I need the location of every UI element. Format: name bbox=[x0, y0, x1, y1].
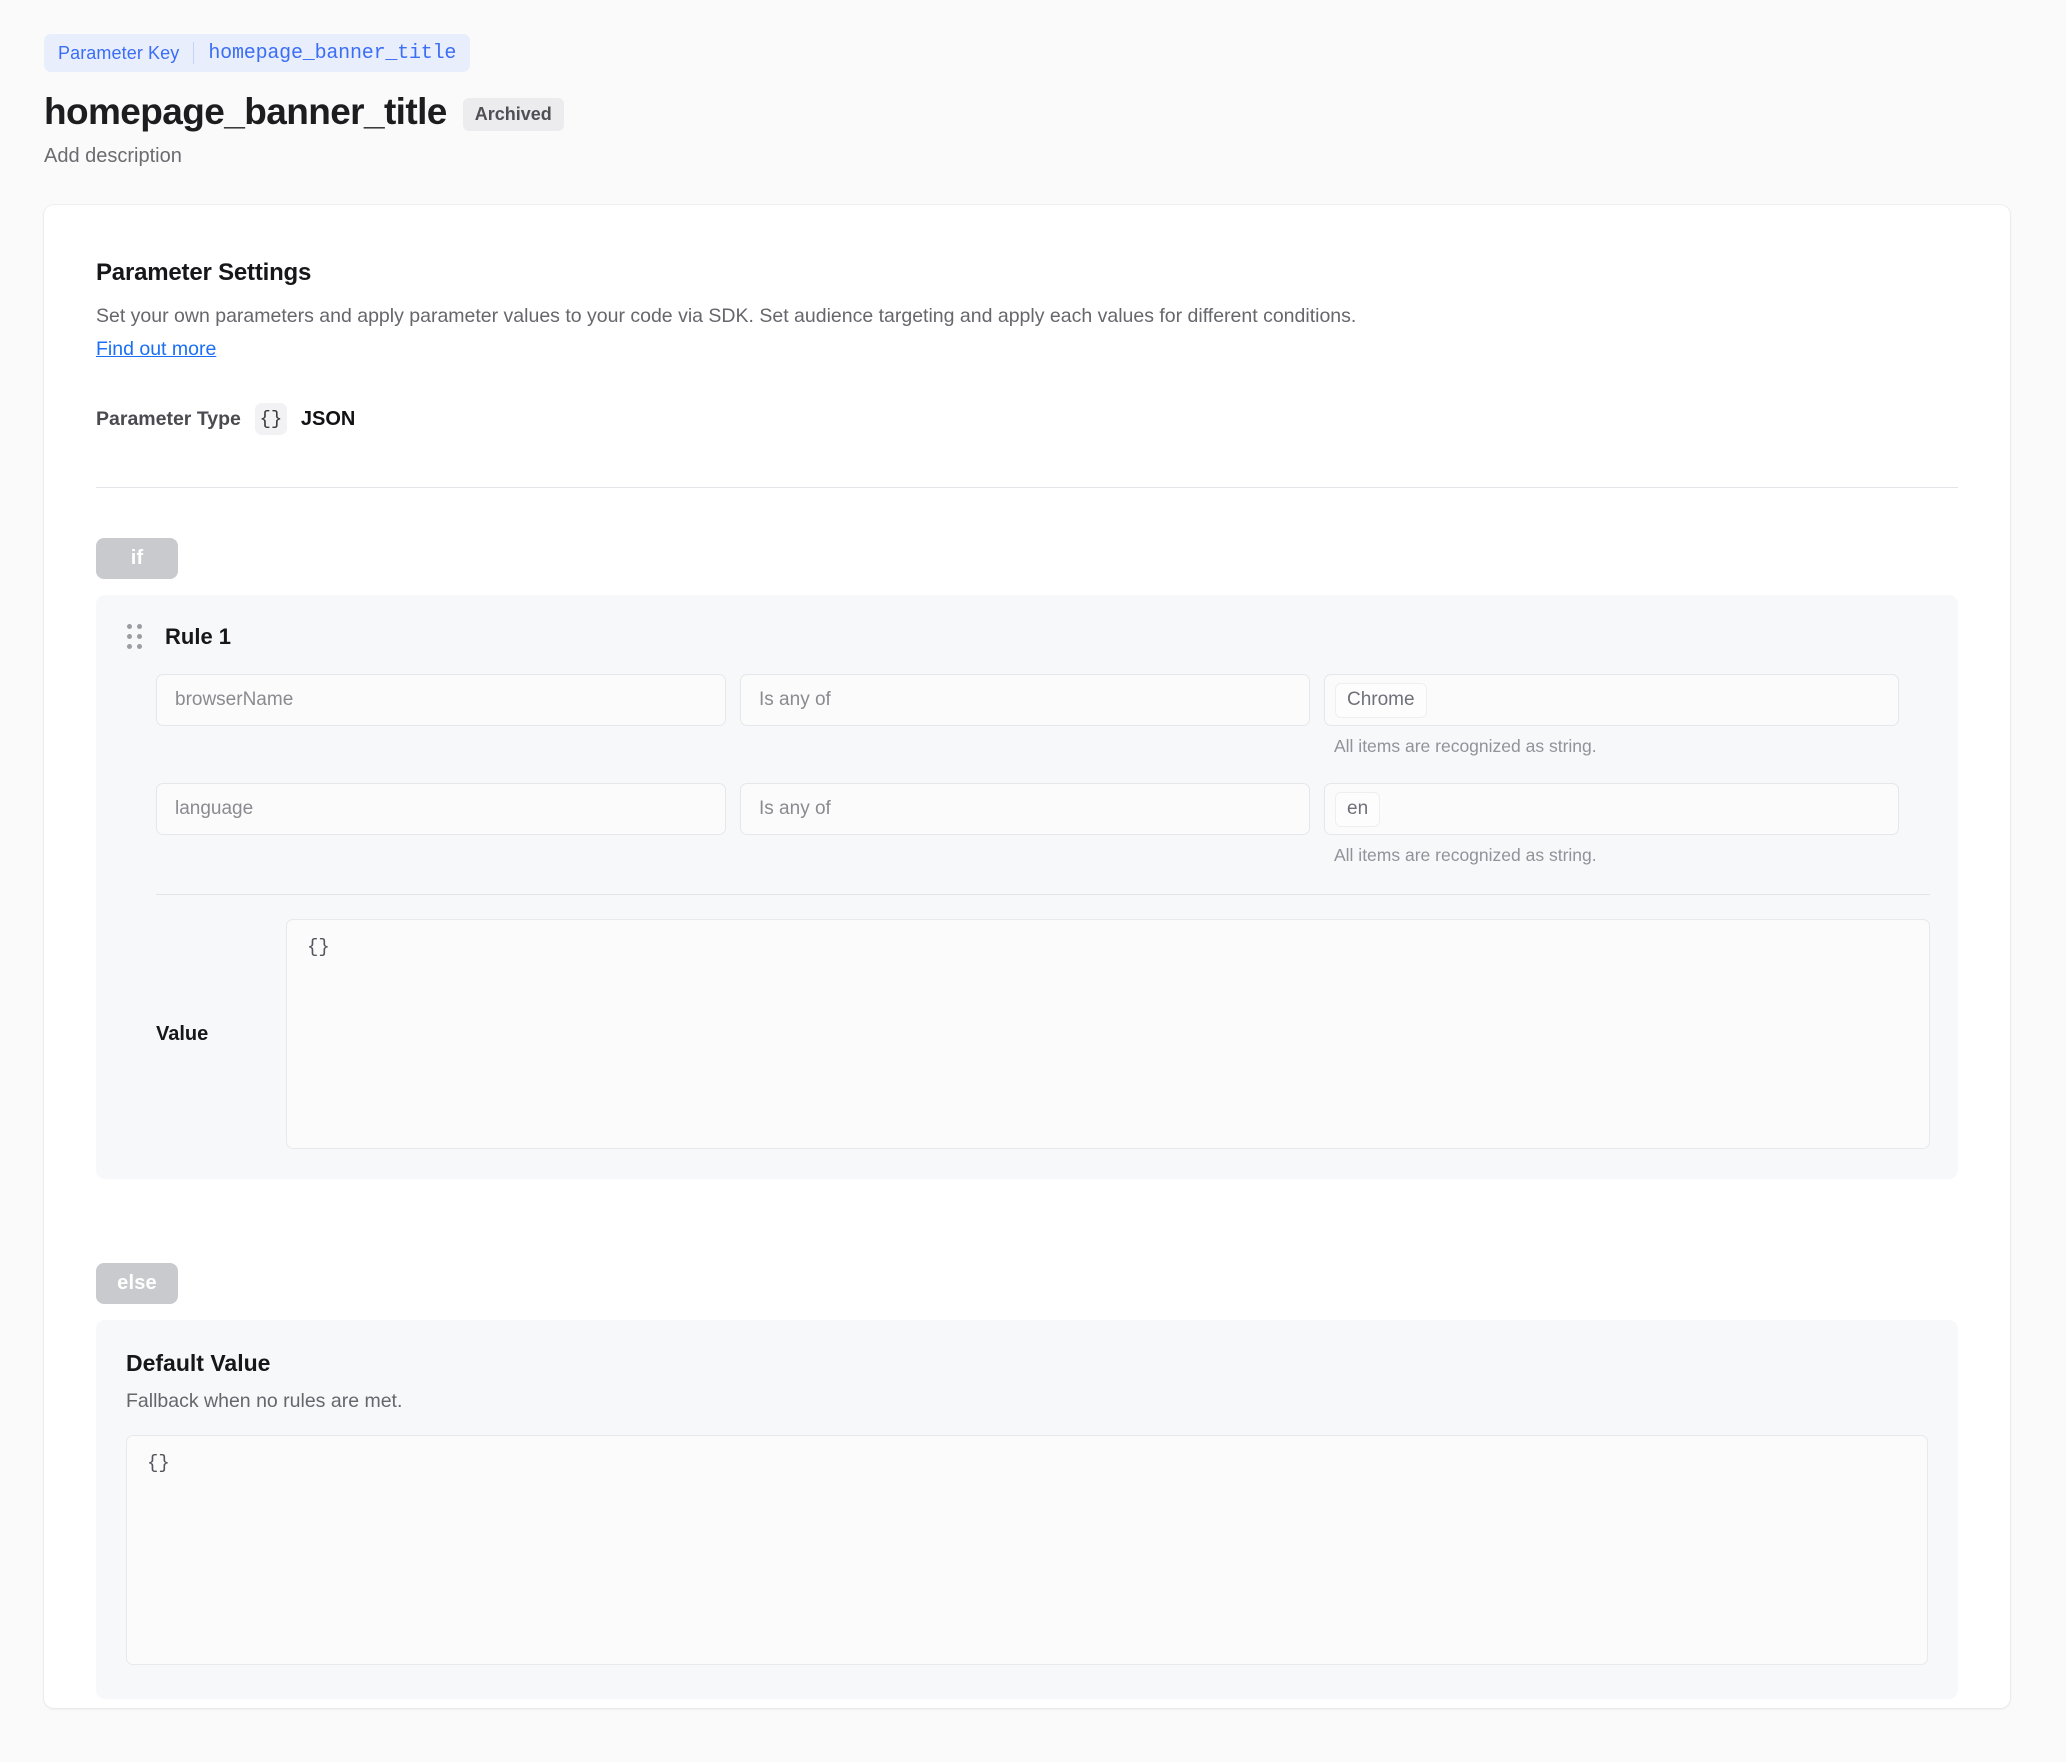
find-out-more-link[interactable]: Find out more bbox=[96, 338, 216, 361]
else-badge-wrap: else bbox=[96, 1263, 1958, 1305]
rule-card: Rule 1 browserName Is any of Chrome All … bbox=[96, 595, 1958, 1180]
if-badge: if bbox=[96, 538, 178, 580]
page-header: Parameter Key homepage_banner_title home… bbox=[0, 0, 2066, 168]
default-value-title: Default Value bbox=[126, 1350, 271, 1377]
section-divider bbox=[96, 487, 1958, 489]
condition-rows: browserName Is any of Chrome All items a… bbox=[124, 674, 1930, 866]
default-value-subtitle: Fallback when no rules are met. bbox=[126, 1390, 403, 1413]
rule-divider bbox=[156, 894, 1930, 896]
condition-row: language Is any of en bbox=[156, 783, 1930, 836]
title-row: homepage_banner_title Archived bbox=[44, 91, 2066, 133]
operator-select-2[interactable]: Is any of bbox=[740, 783, 1310, 836]
value-input-1[interactable]: Chrome bbox=[1324, 674, 1899, 727]
condition-row: browserName Is any of Chrome bbox=[156, 674, 1930, 727]
value-chip[interactable]: Chrome bbox=[1335, 682, 1427, 718]
parameter-key-value: homepage_banner_title bbox=[208, 41, 457, 65]
hint-row-1: All items are recognized as string. bbox=[156, 736, 1930, 757]
operator-select-1[interactable]: Is any of bbox=[740, 674, 1310, 727]
hint-row-2: All items are recognized as string. bbox=[156, 845, 1930, 866]
rule-header: Rule 1 bbox=[124, 621, 1930, 652]
add-description-button[interactable]: Add description bbox=[44, 145, 2066, 168]
rule-value-block: Value {} bbox=[124, 919, 1930, 1150]
default-value-editor[interactable]: {} bbox=[126, 1435, 1928, 1666]
else-badge: else bbox=[96, 1263, 178, 1305]
attribute-select-1[interactable]: browserName bbox=[156, 674, 726, 727]
json-braces-icon: {} bbox=[254, 403, 287, 436]
rule-title: Rule 1 bbox=[165, 623, 232, 649]
parameter-key-pill: Parameter Key homepage_banner_title bbox=[44, 34, 471, 72]
drag-handle-icon[interactable] bbox=[124, 621, 145, 652]
rule-value-editor[interactable]: {} bbox=[286, 919, 1930, 1150]
parameter-type-label: Parameter Type bbox=[96, 407, 241, 430]
parameter-key-label: Parameter Key bbox=[58, 42, 180, 63]
parameter-settings-card: Parameter Settings Set your own paramete… bbox=[44, 205, 2010, 1708]
value-input-2[interactable]: en bbox=[1324, 783, 1899, 836]
value-chip[interactable]: en bbox=[1335, 791, 1381, 827]
default-value-card: Default Value Fallback when no rules are… bbox=[96, 1320, 1958, 1700]
parameter-type-value: JSON bbox=[300, 407, 356, 430]
if-badge-wrap: if bbox=[96, 538, 1958, 580]
parameter-type-row: Parameter Type {} JSON bbox=[96, 403, 1958, 436]
attribute-select-2[interactable]: language bbox=[156, 783, 726, 836]
section-description: Set your own parameters and apply parame… bbox=[96, 305, 1357, 327]
value-label: Value bbox=[156, 1022, 209, 1045]
page-title: homepage_banner_title bbox=[44, 91, 447, 132]
value-hint-2: All items are recognized as string. bbox=[1334, 845, 1597, 866]
value-hint-1: All items are recognized as string. bbox=[1334, 736, 1597, 757]
section-title: Parameter Settings bbox=[96, 259, 312, 286]
status-badge: Archived bbox=[462, 97, 564, 131]
